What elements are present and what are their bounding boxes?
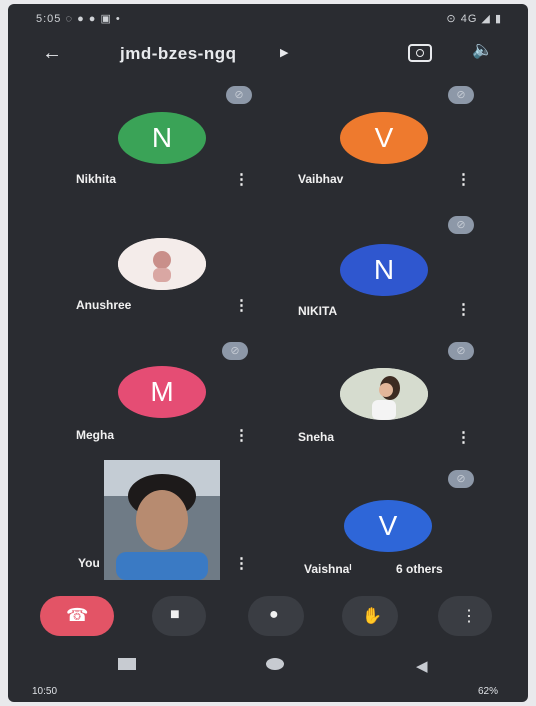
mic-off-icon: ⊘ <box>448 342 474 360</box>
more-vert-icon[interactable]: ⋮ <box>234 554 249 572</box>
avatar: N <box>340 244 428 296</box>
others-count-label[interactable]: 6 others <box>396 562 443 576</box>
participant-name: Megha <box>76 428 115 442</box>
mic-button[interactable]: ● <box>248 596 304 636</box>
participant-name: Vaishnaᴵ <box>304 562 352 576</box>
meeting-code-title[interactable]: jmd-bzes-ngq <box>120 44 237 64</box>
avatar: V <box>340 112 428 164</box>
mic-off-icon: ⊘ <box>226 86 252 104</box>
back-arrow-icon[interactable]: ← <box>42 42 62 65</box>
chevron-right-icon[interactable]: ▶ <box>280 46 288 59</box>
avatar: V <box>344 500 432 552</box>
participant-name: NIKITA <box>298 304 338 318</box>
mic-off-icon: ⊘ <box>222 342 248 360</box>
participant-name: Nikhita <box>76 172 117 186</box>
participant-name: Vaibhav <box>298 172 344 186</box>
status-right-icons: ⊙ 4G ◢ ▮ <box>446 13 502 25</box>
video-camera-icon: ■ <box>170 606 180 623</box>
participant-tile[interactable]: ⊘ M Megha ⋮ <box>48 338 278 466</box>
participant-tile[interactable]: ⊘ N NIKITA ⋮ <box>270 212 500 340</box>
recent-apps-icon[interactable] <box>118 658 136 670</box>
participant-tile[interactable]: ⊘ V Vaibhav ⋮ <box>270 82 500 210</box>
more-vert-icon[interactable]: ⋮ <box>234 170 249 188</box>
participant-name: Sneha <box>298 430 335 444</box>
nav-back-icon[interactable]: ◀ <box>416 657 428 675</box>
self-video-preview[interactable] <box>104 460 220 580</box>
speaker-icon[interactable]: 🔈 <box>472 40 493 60</box>
more-vert-icon[interactable]: ⋮ <box>456 300 471 318</box>
more-vert-icon[interactable]: ⋮ <box>456 170 471 188</box>
hand-icon: ✋ <box>362 608 382 625</box>
participant-tile[interactable]: ⊘ Sneha ⋮ <box>270 338 500 466</box>
more-vert-icon: ⋮ <box>461 608 477 625</box>
participant-tile[interactable]: ⊘ N Nikhita ⋮ <box>48 82 278 210</box>
phone-hangup-icon: ☎ <box>66 605 89 625</box>
meet-call-screen: 5:05 ◌ ● ● ▣ • ⊙ 4G ◢ ▮ ← jmd-bzes-ngq ▶… <box>8 4 528 702</box>
more-vert-icon[interactable]: ⋮ <box>234 426 249 444</box>
mic-off-icon: ⊘ <box>448 216 474 234</box>
status-bar: 5:05 ◌ ● ● ▣ • ⊙ 4G ◢ ▮ <box>8 4 528 34</box>
outer-time: 10:50 <box>32 686 58 697</box>
participant-name: You <box>78 556 100 570</box>
participant-tile[interactable]: ⊘ V Vaishnaᴵ <box>270 462 500 590</box>
call-header: ← jmd-bzes-ngq ▶ 🔈 <box>8 34 528 76</box>
more-vert-icon[interactable]: ⋮ <box>234 296 249 314</box>
raise-hand-button[interactable]: ✋ <box>342 596 398 636</box>
mic-off-icon: ⊘ <box>448 86 474 104</box>
avatar: M <box>118 366 206 418</box>
profile-photo <box>118 238 206 290</box>
call-controls: ☎ ■ ● ✋ ⋮ <box>8 588 528 644</box>
switch-camera-icon[interactable] <box>408 44 432 62</box>
more-vert-icon[interactable]: ⋮ <box>456 428 471 446</box>
microphone-icon: ● <box>269 606 279 623</box>
outer-status-bar: 10:50 62% <box>8 680 528 702</box>
battery-percent: 62% <box>477 686 498 697</box>
profile-photo <box>340 368 428 420</box>
camera-button[interactable]: ■ <box>152 596 206 636</box>
participant-name: Anushree <box>76 298 132 312</box>
mic-off-icon: ⊘ <box>448 470 474 488</box>
participant-tile[interactable]: Anushree ⋮ <box>48 212 278 340</box>
status-time: 5:05 ◌ ● ● ▣ • <box>36 13 121 25</box>
end-call-button[interactable]: ☎ <box>40 596 114 636</box>
home-icon[interactable] <box>266 658 284 670</box>
more-options-button[interactable]: ⋮ <box>438 596 492 636</box>
android-nav-bar: ◀ <box>8 648 528 678</box>
avatar: N <box>118 112 206 164</box>
